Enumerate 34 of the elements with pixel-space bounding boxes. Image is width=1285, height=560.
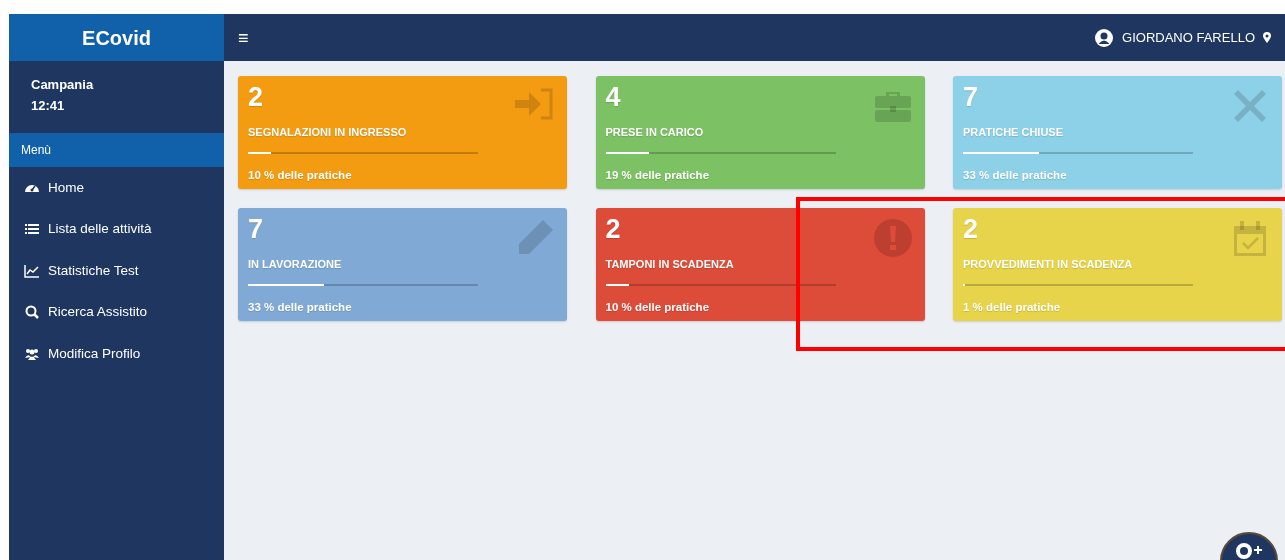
stat-footer: 10 % delle pratiche	[248, 167, 352, 185]
user-name[interactable]: GIORDANO FARELLO	[1122, 27, 1255, 48]
stat-title: PRESE IN CARICO	[605, 125, 704, 140]
stat-title: IN LAVORAZIONE	[248, 257, 342, 272]
location-icon	[1263, 32, 1271, 43]
stat-value: 7	[248, 214, 264, 244]
stat-value: 2	[605, 214, 621, 244]
stat-footer: 33 % delle pratiche	[963, 167, 1067, 185]
region-label: Campania	[31, 77, 94, 92]
menu-header: Menù	[9, 133, 224, 167]
stat-value: 2	[248, 82, 264, 112]
stat-footer: 33 % delle pratiche	[248, 299, 352, 317]
menu-item[interactable]: Modifica Profilo	[9, 333, 224, 375]
chart-icon	[24, 262, 40, 279]
stat-footer: 19 % delle pratiche	[605, 167, 710, 185]
stat-title: PROVVEDIMENTI IN SCADENZA	[963, 257, 1133, 272]
user-icon	[1094, 27, 1115, 48]
stat-value: 7	[963, 82, 979, 112]
stat-footer: 1 % delle pratiche	[963, 299, 1061, 317]
menu-item[interactable]: Home	[9, 167, 224, 209]
menu-toggle[interactable]: ≡	[238, 28, 249, 47]
search-icon	[24, 304, 40, 321]
stat-title: TAMPONI IN SCADENZA	[605, 257, 734, 272]
menu-item[interactable]: Ricerca Assistito	[9, 291, 224, 333]
menu-item[interactable]: Lista delle attività	[9, 208, 224, 250]
stat-title: SEGNALAZIONI IN INGRESSO	[248, 125, 407, 140]
brand-logo: ECovid	[82, 25, 151, 51]
stat-footer: 10 % delle pratiche	[605, 299, 710, 317]
stat-value: 4	[605, 82, 621, 112]
menu-item[interactable]: Statistiche Test	[9, 250, 224, 292]
alert-icon	[872, 218, 913, 258]
stat-value: 2	[963, 214, 979, 244]
stat-title: PRATICHE CHIUSE	[963, 125, 1064, 140]
time-label: 12:41	[31, 98, 65, 113]
